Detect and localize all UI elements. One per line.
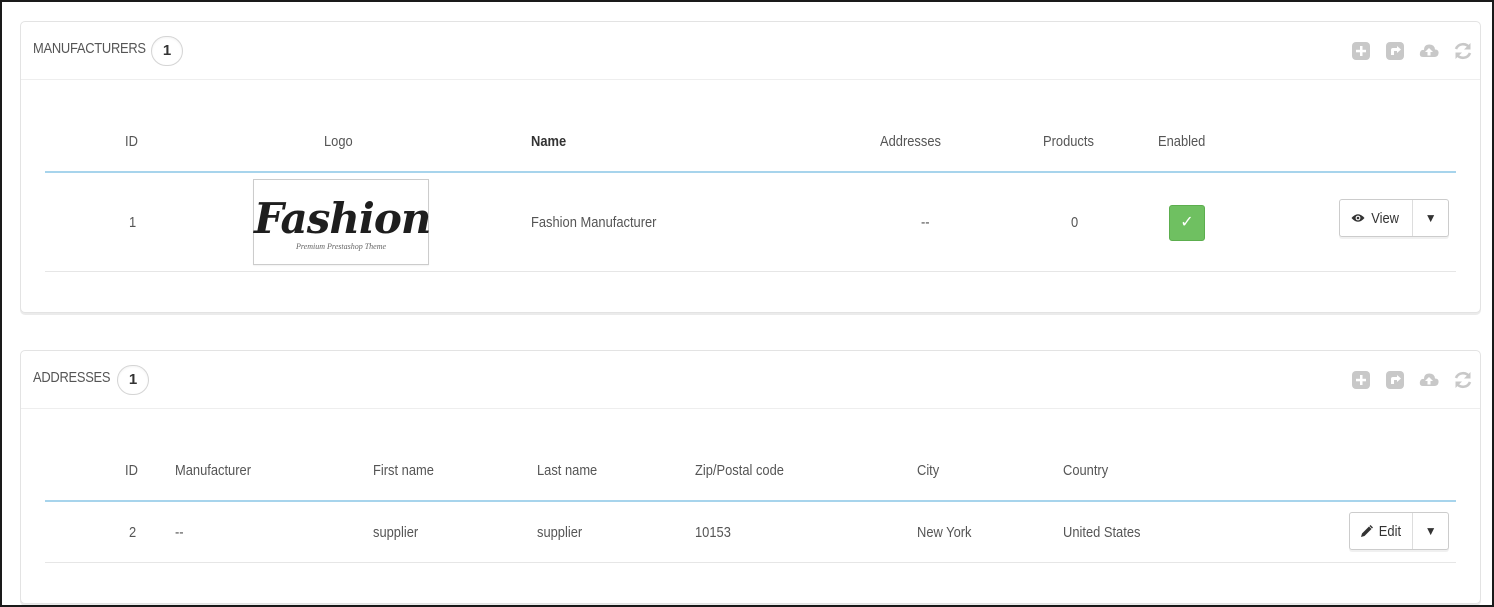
manufacturers-panel-heading: MANUFACTURERS 1 (21, 22, 1480, 80)
row-divider (45, 271, 1456, 272)
import-icon[interactable] (1418, 369, 1440, 391)
addresses-toolbar (1350, 369, 1474, 395)
cell-last-name: supplier (537, 524, 583, 541)
logo-tagline: Premium Prestashop Theme (295, 242, 387, 251)
enabled-toggle[interactable]: ✓ (1169, 205, 1205, 241)
cell-manufacturer: -- (175, 524, 184, 541)
caret-down-icon[interactable]: ▼ (1413, 513, 1448, 549)
manufacturer-logo: Fashion Premium Prestashop Theme (253, 179, 431, 265)
table-row[interactable]: 2 -- supplier supplier 10153 New York Un… (45, 502, 1456, 562)
cell-city: New York (917, 524, 972, 541)
row-action-group: Edit ▼ (1349, 512, 1449, 550)
row-divider (45, 562, 1456, 563)
refresh-icon[interactable] (1452, 40, 1474, 62)
logo-wordmark: Fashion (254, 194, 431, 243)
addresses-panel: ADDRESSES 1 ID Manufacturer First name L… (20, 350, 1481, 604)
col-last-name: Last name (537, 462, 598, 479)
edit-button-label: Edit (1378, 522, 1401, 540)
cell-name: Fashion Manufacturer (531, 214, 657, 231)
manufacturers-toolbar (1350, 40, 1474, 66)
add-icon[interactable] (1350, 40, 1372, 62)
table-row[interactable]: 1 Fashion Premium Prestashop Theme Fashi… (45, 173, 1456, 271)
col-enabled: Enabled (1158, 133, 1206, 150)
edit-button[interactable]: Edit (1350, 513, 1414, 549)
page-frame: MANUFACTURERS 1 ID Logo Name Addresses P… (0, 0, 1494, 607)
col-name[interactable]: Name (531, 133, 566, 150)
col-country: Country (1063, 462, 1109, 479)
view-button-label: View (1371, 209, 1400, 227)
col-id: ID (125, 462, 138, 479)
col-first-name: First name (373, 462, 434, 479)
addresses-title: ADDRESSES (33, 369, 111, 386)
addresses-panel-heading: ADDRESSES 1 (21, 351, 1480, 409)
addresses-count-badge: 1 (117, 365, 149, 395)
col-city: City (917, 462, 940, 479)
col-logo: Logo (324, 133, 353, 150)
cell-id: 2 (129, 524, 137, 541)
import-icon[interactable] (1418, 40, 1440, 62)
manufacturers-panel: MANUFACTURERS 1 ID Logo Name Addresses P… (20, 21, 1481, 313)
add-icon[interactable] (1350, 369, 1372, 391)
caret-down-icon[interactable]: ▼ (1413, 200, 1448, 236)
col-addresses: Addresses (880, 133, 941, 150)
refresh-icon[interactable] (1452, 369, 1474, 391)
manufacturers-count-badge: 1 (151, 36, 183, 66)
cell-products: 0 (1071, 214, 1079, 231)
cell-zip: 10153 (695, 524, 731, 541)
col-zip: Zip/Postal code (695, 462, 784, 479)
col-id: ID (125, 133, 138, 150)
cell-id: 1 (129, 214, 137, 231)
cell-country: United States (1063, 524, 1141, 541)
eye-icon (1351, 214, 1365, 222)
col-manufacturer: Manufacturer (175, 462, 252, 479)
row-action-group: View ▼ (1339, 199, 1449, 237)
cell-addresses: -- (921, 214, 930, 231)
pencil-icon (1360, 524, 1373, 537)
view-button[interactable]: View (1340, 200, 1414, 236)
manufacturers-title: MANUFACTURERS (33, 40, 146, 57)
export-icon[interactable] (1384, 369, 1406, 391)
export-icon[interactable] (1384, 40, 1406, 62)
cell-first-name: supplier (373, 524, 419, 541)
col-products: Products (1043, 133, 1094, 150)
